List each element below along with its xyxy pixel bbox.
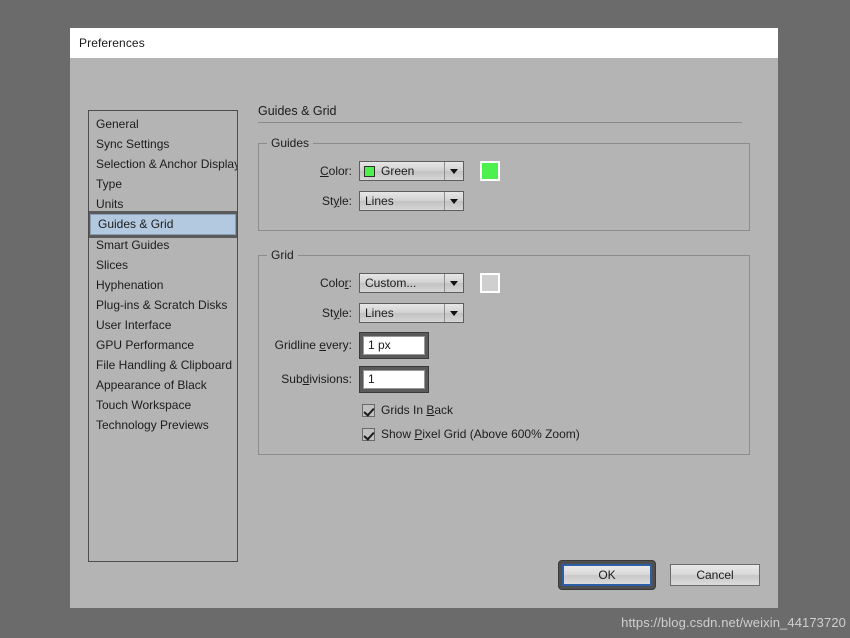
- sidebar-item-hyphenation[interactable]: Hyphenation: [89, 275, 237, 295]
- grids-in-back-label: Grids In Back: [381, 403, 454, 417]
- guides-color-dropdown-button[interactable]: [444, 162, 463, 180]
- guides-color-value: Green: [381, 164, 415, 178]
- guides-style-combobox[interactable]: Lines: [359, 191, 464, 211]
- sidebar-item-type[interactable]: Type: [89, 174, 237, 194]
- guides-color-preview[interactable]: [480, 161, 500, 181]
- chevron-down-icon: [450, 280, 458, 286]
- gridline-every-row: Gridline every:: [259, 330, 749, 360]
- sidebar-item-user-interface[interactable]: User Interface: [89, 315, 237, 335]
- guides-style-value: Lines: [365, 194, 394, 208]
- grid-style-value: Lines: [365, 306, 394, 320]
- chevron-down-icon: [450, 310, 458, 316]
- sidebar-item-general[interactable]: General: [89, 114, 237, 134]
- show-pixel-grid-label: Show Pixel Grid (Above 600% Zoom): [381, 427, 580, 441]
- grid-color-value: Custom...: [365, 276, 417, 290]
- subdivisions-field-focus-ring: [359, 365, 429, 393]
- sidebar-item-guides-grid[interactable]: Guides & Grid: [89, 211, 237, 238]
- grids-in-back-checkbox[interactable]: [362, 403, 375, 417]
- grid-color-dropdown-button[interactable]: [444, 274, 463, 292]
- gridline-every-field-focus-ring: [359, 331, 429, 359]
- dialog-titlebar: Preferences: [70, 28, 778, 58]
- ok-button[interactable]: OK: [562, 564, 652, 586]
- subdivisions-label: Subdivisions:: [281, 372, 352, 386]
- sidebar-item-file-handling-clipboard[interactable]: File Handling & Clipboard: [89, 355, 237, 375]
- show-pixel-grid-checkbox[interactable]: [362, 427, 375, 441]
- gridline-every-input[interactable]: [363, 335, 425, 355]
- grid-style-label: Style:: [321, 306, 352, 320]
- subdivisions-input[interactable]: [363, 369, 425, 389]
- sidebar-item-sync-settings[interactable]: Sync Settings: [89, 134, 237, 154]
- sidebar-item-plugins-scratch-disks[interactable]: Plug-ins & Scratch Disks: [89, 295, 237, 315]
- guides-style-label: Style:: [321, 194, 352, 208]
- sidebar-item-slices[interactable]: Slices: [89, 255, 237, 275]
- guides-color-combobox[interactable]: Green: [359, 161, 464, 181]
- watermark: https://blog.csdn.net/weixin_44173720: [621, 615, 846, 630]
- sidebar-item-smart-guides[interactable]: Smart Guides: [89, 235, 237, 255]
- sidebar-item-gpu-performance[interactable]: GPU Performance: [89, 335, 237, 355]
- sidebar-item-appearance-of-black[interactable]: Appearance of Black: [89, 375, 237, 395]
- preferences-dialog: Preferences General Sync Settings Select…: [70, 28, 778, 608]
- show-pixel-grid-row[interactable]: Show Pixel Grid (Above 600% Zoom): [259, 422, 749, 446]
- sidebar-item-technology-previews[interactable]: Technology Previews: [89, 415, 237, 435]
- guides-color-swatch-icon: [364, 165, 375, 177]
- settings-panel: Guides & Grid Guides Color: Green Style:…: [258, 104, 750, 455]
- cancel-button[interactable]: Cancel: [670, 564, 760, 586]
- preferences-category-list[interactable]: General Sync Settings Selection & Anchor…: [88, 110, 238, 562]
- grid-style-dropdown-button[interactable]: [444, 304, 463, 322]
- sidebar-item-units[interactable]: Units: [89, 194, 237, 214]
- grid-color-preview[interactable]: [480, 273, 500, 293]
- grid-style-combobox[interactable]: Lines: [359, 303, 464, 323]
- guides-color-row: Color: Green: [259, 158, 749, 184]
- ok-button-focus-ring: OK: [558, 560, 656, 590]
- dialog-button-bar: OK Cancel: [558, 560, 760, 590]
- chevron-down-icon: [450, 198, 458, 204]
- chevron-down-icon: [450, 168, 458, 174]
- grid-color-row: Color: Custom...: [259, 270, 749, 296]
- guides-style-dropdown-button[interactable]: [444, 192, 463, 210]
- page-title: Guides & Grid: [258, 104, 742, 123]
- grid-color-label: Color:: [319, 276, 352, 290]
- grids-in-back-row[interactable]: Grids In Back: [259, 398, 749, 422]
- grid-color-combobox[interactable]: Custom...: [359, 273, 464, 293]
- grid-group-legend: Grid: [267, 248, 298, 262]
- guides-group-legend: Guides: [267, 136, 314, 150]
- guides-color-label: Color:: [319, 164, 352, 178]
- subdivisions-row: Subdivisions:: [259, 364, 749, 394]
- grid-style-row: Style: Lines: [259, 300, 749, 326]
- grid-group: Grid Color: Custom... Style: Lines Gridl…: [258, 248, 750, 455]
- sidebar-item-selection-anchor-display[interactable]: Selection & Anchor Display: [89, 154, 237, 174]
- sidebar-item-touch-workspace[interactable]: Touch Workspace: [89, 395, 237, 415]
- guides-group: Guides Color: Green Style: Lines: [258, 136, 750, 231]
- guides-style-row: Style: Lines: [259, 188, 749, 214]
- dialog-body: General Sync Settings Selection & Anchor…: [70, 58, 778, 608]
- gridline-every-label: Gridline every:: [274, 338, 352, 352]
- dialog-title: Preferences: [79, 36, 145, 50]
